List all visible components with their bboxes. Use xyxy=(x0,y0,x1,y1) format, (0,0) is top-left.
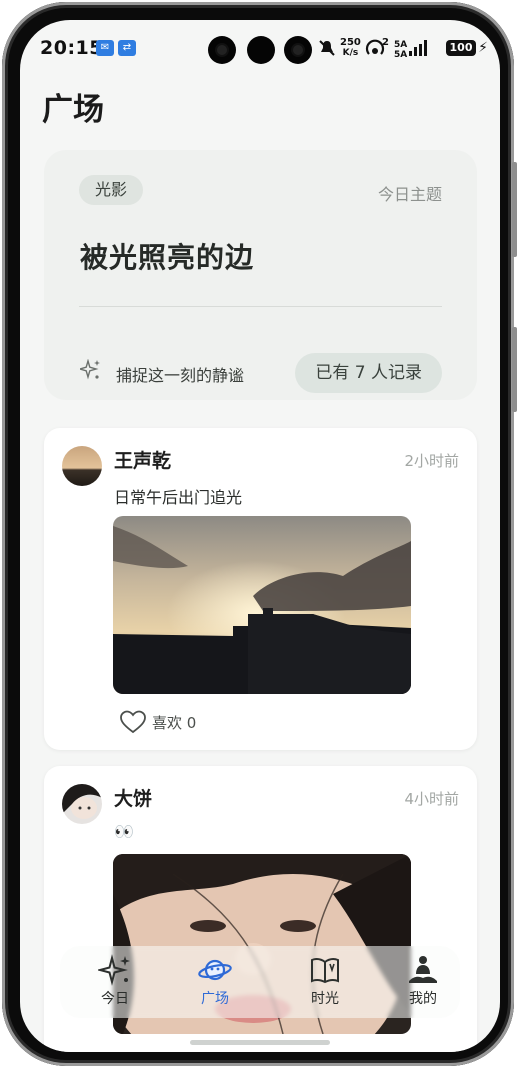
heart-icon xyxy=(120,710,146,734)
post-time: 4小时前 xyxy=(404,790,459,808)
like-label: 喜欢 0 xyxy=(152,714,197,732)
charging-icon: ⚡ xyxy=(478,40,488,56)
nav-label: 广场 xyxy=(201,991,229,1007)
mail-icon: ✉ xyxy=(96,40,114,56)
phone-frame: 20:15 ✉ ⇄ 250 K/s 2 5A 5A 100 ⚡ 广场 光影 今日… xyxy=(2,2,517,1066)
divider xyxy=(79,306,442,307)
signal-bars-icon xyxy=(409,40,431,60)
planet-icon xyxy=(198,959,232,981)
network-type-top: 5A xyxy=(394,40,408,50)
nav-label: 我的 xyxy=(409,991,437,1007)
mute-icon xyxy=(318,39,336,61)
nav-label: 今日 xyxy=(101,991,129,1007)
camera-lens-icon xyxy=(208,36,236,64)
topic-title: 被光照亮的边 xyxy=(80,241,255,274)
signal-sup: 2 xyxy=(382,37,389,48)
sparkle-icon xyxy=(98,954,130,986)
post-author[interactable]: 王声乾 xyxy=(114,446,171,473)
page-title: 广场 xyxy=(42,92,104,128)
front-camera-icon xyxy=(247,36,275,64)
sparkle-icon xyxy=(77,358,102,381)
status-time: 20:15 xyxy=(40,37,103,59)
power-button xyxy=(512,327,517,412)
net-speed-value: 250 xyxy=(340,37,361,48)
record-count-button[interactable]: 已有 7 人记录 xyxy=(295,353,442,393)
topic-tag[interactable]: 光影 xyxy=(79,175,144,205)
post-card[interactable]: 王声乾 2小时前 日常午后出门追光 喜欢 0 xyxy=(44,428,477,750)
avatar[interactable] xyxy=(62,446,102,486)
volume-button xyxy=(512,162,517,257)
post-time: 2小时前 xyxy=(404,452,459,470)
post-text: 👀 xyxy=(114,822,134,841)
topic-hint: 捕捉这一刻的静谧 xyxy=(116,366,245,385)
nav-label: 时光 xyxy=(311,991,339,1007)
network-type-bottom: 5A xyxy=(394,50,408,60)
screen: 20:15 ✉ ⇄ 250 K/s 2 5A 5A 100 ⚡ 广场 光影 今日… xyxy=(20,20,500,1052)
topic-label: 今日主题 xyxy=(377,185,442,204)
avatar[interactable] xyxy=(62,784,102,824)
nav-square[interactable]: 广场 xyxy=(185,954,245,1014)
meditation-icon xyxy=(409,956,437,983)
nav-time[interactable]: 时光 xyxy=(295,954,355,1014)
net-speed: 250 K/s xyxy=(340,37,361,59)
nav-me[interactable]: 我的 xyxy=(393,954,453,1014)
bottom-nav: 今日 广场 时光 我的 xyxy=(60,946,460,1018)
like-button[interactable]: 喜欢 0 xyxy=(120,710,196,734)
sensor-icon xyxy=(284,36,312,64)
net-speed-unit: K/s xyxy=(342,48,359,58)
home-indicator[interactable] xyxy=(190,1040,330,1045)
book-icon xyxy=(311,957,339,984)
status-bar: 20:15 ✉ ⇄ 250 K/s 2 5A 5A 100 ⚡ xyxy=(20,20,500,78)
network-type: 5A 5A xyxy=(394,40,407,60)
post-image[interactable] xyxy=(113,516,411,694)
nav-today[interactable]: 今日 xyxy=(85,954,145,1014)
post-text: 日常午后出门追光 xyxy=(114,488,243,507)
post-author[interactable]: 大饼 xyxy=(114,784,152,811)
battery-icon: 100 xyxy=(446,40,476,56)
topic-card[interactable]: 光影 今日主题 被光照亮的边 捕捉这一刻的静谧 已有 7 人记录 xyxy=(44,150,477,400)
usb-icon: ⇄ xyxy=(118,40,136,56)
